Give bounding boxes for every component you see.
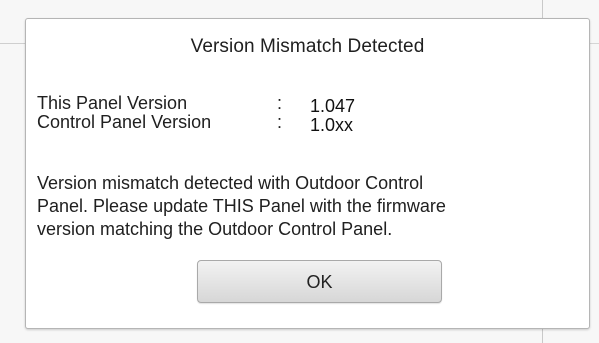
background-divider-left [0,43,27,44]
control-panel-version-value: 1.0xx [310,115,354,135]
dialog-title: Version Mismatch Detected [190,36,425,57]
version-mismatch-dialog: Version Mismatch Detected This Panel Ver… [25,18,590,329]
ok-button[interactable]: OK [197,260,442,303]
ok-button-label: OK [306,272,333,292]
control-panel-version-label: Control Panel Version [37,112,212,132]
mismatch-message: Version mismatch detected with Outdoor C… [37,173,446,239]
control-panel-version-separator: : [277,112,283,132]
